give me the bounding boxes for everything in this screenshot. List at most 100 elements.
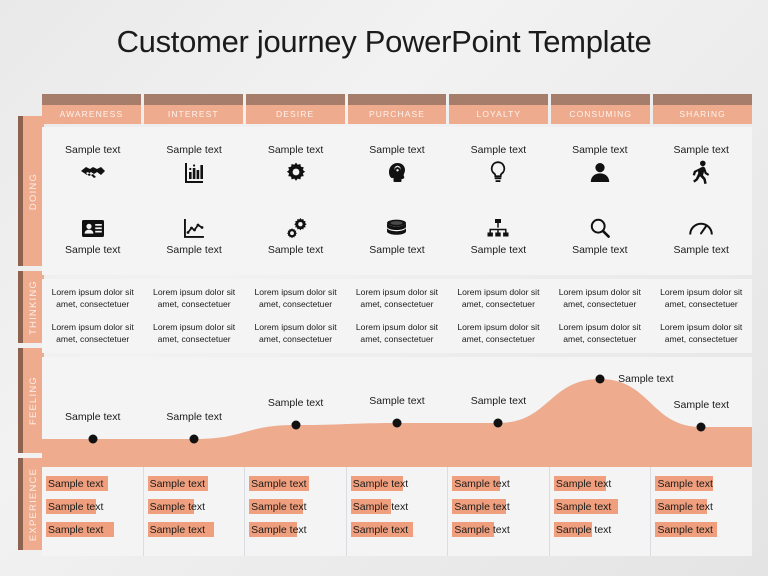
experience-row[interactable]: Sample text xyxy=(42,495,143,518)
experience-row[interactable]: Sample text xyxy=(448,495,549,518)
feeling-point-label: Sample text xyxy=(618,373,674,385)
doing-item-bottom[interactable]: Sample text xyxy=(268,213,323,257)
thinking-line-1: Lorem ipsum dolor sit xyxy=(558,287,641,297)
doing-column: Sample text Sample text xyxy=(549,127,650,275)
thinking-column: Lorem ipsum dolor sit amet, consectetuer L… xyxy=(346,279,447,353)
thinking-paragraph[interactable]: Lorem ipsum dolor sit amet, consectetuer xyxy=(254,322,336,345)
experience-label: Sample text xyxy=(149,523,206,536)
experience-row[interactable]: Sample text xyxy=(245,495,346,518)
thinking-line-1: Lorem ipsum dolor sit xyxy=(51,322,134,332)
experience-label: Sample text xyxy=(48,500,104,513)
doing-item-bottom[interactable]: Sample text xyxy=(65,213,120,257)
thinking-paragraph[interactable]: Lorem ipsum dolor sit amet, consectetuer xyxy=(660,322,742,345)
stage-header-consuming[interactable]: CONSUMING xyxy=(551,94,651,124)
doing-label-bottom: Sample text xyxy=(64,244,121,256)
stage-header-top-strip xyxy=(347,94,447,105)
thinking-paragraph[interactable]: Lorem ipsum dolor sit amet, consectetuer xyxy=(356,287,438,310)
thinking-line-2: amet, consectetuer xyxy=(563,298,637,309)
experience-row[interactable]: Sample text xyxy=(550,495,651,518)
thinking-line-2: amet, consectetuer xyxy=(259,333,333,344)
stage-header-loyalty[interactable]: LOYALTY xyxy=(449,94,549,124)
experience-row[interactable]: Sample text xyxy=(651,518,752,541)
thinking-line-2: amet, consectetuer xyxy=(157,298,231,309)
thinking-paragraph[interactable]: Lorem ipsum dolor sit amet, consectetuer xyxy=(457,287,539,310)
experience-label: Sample text xyxy=(454,523,510,536)
doing-item-top[interactable]: Sample text xyxy=(65,143,120,187)
experience-label: Sample text xyxy=(352,477,409,490)
gear-icon xyxy=(268,157,323,187)
thinking-paragraph[interactable]: Lorem ipsum dolor sit amet, consectetuer xyxy=(457,322,539,345)
feeling-data-point[interactable] xyxy=(189,434,199,444)
stage-header-sharing[interactable]: SHARING xyxy=(653,94,753,124)
experience-row[interactable]: Sample text xyxy=(651,472,752,495)
feeling-data-point[interactable] xyxy=(696,422,706,432)
experience-label: Sample text xyxy=(555,477,612,490)
doing-item-bottom[interactable]: Sample text xyxy=(674,213,729,257)
doing-label-top: Sample text xyxy=(267,144,324,156)
experience-row[interactable]: Sample text xyxy=(347,495,448,518)
experience-row[interactable]: Sample text xyxy=(550,518,651,541)
feeling-data-point[interactable] xyxy=(595,374,605,384)
sidebar-item-feeling[interactable]: FEELING xyxy=(18,348,44,453)
experience-row[interactable]: Sample text xyxy=(144,495,245,518)
thinking-line-1: Lorem ipsum dolor sit xyxy=(457,322,540,332)
sidebar-item-doing[interactable]: DOING xyxy=(18,116,44,266)
thinking-paragraph[interactable]: Lorem ipsum dolor sit amet, consectetuer xyxy=(254,287,336,310)
thinking-column: Lorem ipsum dolor sit amet, consectetuer L… xyxy=(549,279,650,353)
thinking-paragraph[interactable]: Lorem ipsum dolor sit amet, consectetuer xyxy=(153,322,235,345)
experience-row[interactable]: Sample text xyxy=(144,472,245,495)
doing-item-top[interactable]: Sample text xyxy=(166,143,222,187)
experience-row[interactable]: Sample text xyxy=(42,518,143,541)
doing-item-top[interactable]: Sample text xyxy=(268,143,323,187)
doing-item-bottom[interactable]: Sample text xyxy=(369,213,425,257)
experience-row[interactable]: Sample text xyxy=(651,495,752,518)
sidebar-item-experience[interactable]: EXPERIENCE xyxy=(18,458,44,550)
doing-item-top[interactable]: Sample text xyxy=(369,143,425,187)
thinking-paragraph[interactable]: Lorem ipsum dolor sit amet, consectetuer xyxy=(153,287,235,310)
thinking-line-1: Lorem ipsum dolor sit xyxy=(254,287,337,297)
doing-item-top[interactable]: Sample text xyxy=(674,143,729,187)
stage-header-desire[interactable]: DESIRE xyxy=(245,94,345,124)
thinking-paragraph[interactable]: Lorem ipsum dolor sit amet, consectetuer xyxy=(660,287,742,310)
thinking-paragraph[interactable]: Lorem ipsum dolor sit amet, consectetuer xyxy=(559,287,641,310)
doing-item-top[interactable]: Sample text xyxy=(471,143,526,187)
experience-column: Sample text Sample text Sample text xyxy=(245,467,347,556)
experience-row[interactable]: Sample text xyxy=(448,518,549,541)
thinking-column: Lorem ipsum dolor sit amet, consectetuer L… xyxy=(245,279,346,353)
experience-row[interactable]: Sample text xyxy=(245,472,346,495)
experience-column: Sample text Sample text Sample text xyxy=(42,467,144,556)
thinking-column: Lorem ipsum dolor sit amet, consectetuer L… xyxy=(42,279,143,353)
experience-row[interactable]: Sample text xyxy=(550,472,651,495)
thinking-line-2: amet, consectetuer xyxy=(259,298,333,309)
thinking-paragraph[interactable]: Lorem ipsum dolor sit amet, consectetuer xyxy=(356,322,438,345)
doing-item-bottom[interactable]: Sample text xyxy=(166,213,222,257)
experience-label: Sample text xyxy=(48,477,104,490)
doing-item-top[interactable]: Sample text xyxy=(572,143,628,187)
stage-header-awareness[interactable]: AWARENESS xyxy=(42,94,141,124)
stage-header-label: PURCHASE xyxy=(368,109,426,119)
sidebar-item-thinking[interactable]: THINKING xyxy=(18,271,44,343)
thinking-paragraph[interactable]: Lorem ipsum dolor sit amet, consectetuer xyxy=(52,287,134,310)
handshake-icon xyxy=(65,157,120,187)
experience-row[interactable]: Sample text xyxy=(245,518,346,541)
stage-header-interest[interactable]: INTEREST xyxy=(143,94,243,124)
feeling-data-point[interactable] xyxy=(392,418,402,428)
thinking-paragraph[interactable]: Lorem ipsum dolor sit amet, consectetuer xyxy=(559,322,641,345)
experience-label: Sample text xyxy=(657,523,713,536)
feeling-data-point[interactable] xyxy=(291,420,301,430)
thinking-line-2: amet, consectetuer xyxy=(56,333,130,344)
doing-item-bottom[interactable]: Sample text xyxy=(471,213,526,257)
feeling-data-point[interactable] xyxy=(493,418,503,428)
experience-row[interactable]: Sample text xyxy=(144,518,245,541)
stage-header-purchase[interactable]: PURCHASE xyxy=(347,94,447,124)
experience-row[interactable]: Sample text xyxy=(347,518,448,541)
experience-row[interactable]: Sample text xyxy=(347,472,448,495)
thinking-line-1: Lorem ipsum dolor sit xyxy=(355,287,439,297)
experience-row[interactable]: Sample text xyxy=(42,472,143,495)
experience-row[interactable]: Sample text xyxy=(448,472,549,495)
thinking-paragraph[interactable]: Lorem ipsum dolor sit amet, consectetuer xyxy=(52,322,134,345)
thinking-line-1: Lorem ipsum dolor sit xyxy=(51,287,134,297)
doing-item-bottom[interactable]: Sample text xyxy=(572,213,628,257)
stage-header-label: INTEREST xyxy=(167,109,219,119)
feeling-data-point[interactable] xyxy=(88,434,98,444)
